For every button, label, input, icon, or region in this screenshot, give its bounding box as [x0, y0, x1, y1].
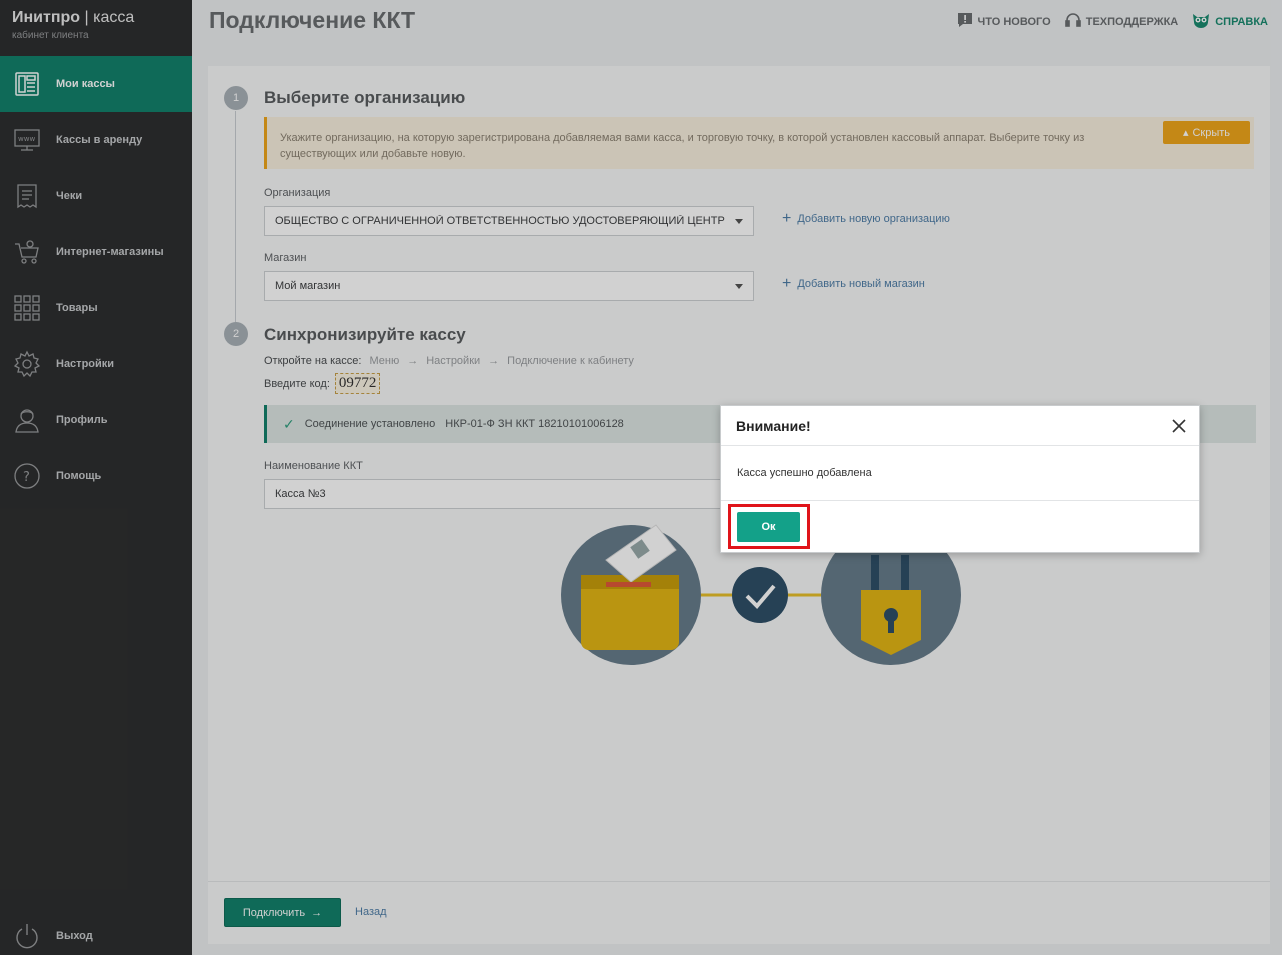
ok-button[interactable]: Ок — [737, 512, 800, 542]
close-icon[interactable] — [1169, 416, 1189, 436]
alert-dialog: Внимание! Касса успешно добавлена Ок — [720, 405, 1200, 553]
dialog-message: Касса успешно добавлена — [721, 446, 1199, 501]
dialog-title: Внимание! — [721, 406, 1199, 446]
dialog-footer: Ок — [721, 501, 1199, 553]
